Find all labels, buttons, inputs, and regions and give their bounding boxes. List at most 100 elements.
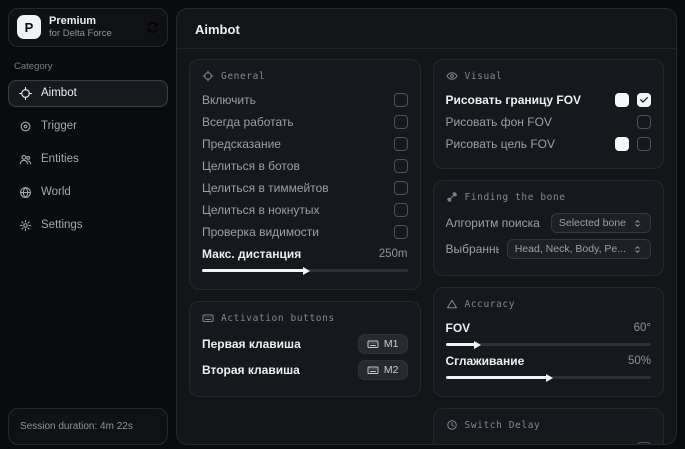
panel-title: Finding the bone	[465, 192, 566, 203]
sidebar-item-trigger[interactable]: Trigger	[8, 113, 168, 140]
category-label: Category	[14, 61, 162, 72]
row-controls	[637, 115, 651, 129]
row-controls	[637, 442, 651, 444]
keybind-button[interactable]: M1	[358, 334, 408, 354]
keyboard-icon	[367, 364, 379, 376]
setting-label: Целиться в тиммейтов	[202, 181, 386, 195]
triangle-icon	[446, 298, 458, 310]
setting-value: 50%	[628, 355, 651, 367]
panel-title: Activation buttons	[221, 313, 335, 324]
sidebar-item-label: Trigger	[41, 120, 77, 132]
users-icon	[19, 153, 32, 166]
gear-icon	[19, 219, 32, 232]
panel-header: Accuracy	[446, 298, 652, 310]
select[interactable]: Selected bone	[551, 213, 651, 233]
setting-label: Проверка видимости	[202, 225, 386, 239]
setting-label: Рисовать цель FOV	[446, 137, 608, 151]
refresh-icon[interactable]	[146, 21, 159, 34]
setting-label: Алгоритм поиска кост	[446, 216, 543, 230]
slider[interactable]	[446, 376, 652, 379]
setting-row: Рисовать фон FOV	[446, 114, 652, 130]
setting-row: Проверка видимости	[202, 224, 408, 240]
keybind-value: M2	[384, 364, 399, 376]
checkbox[interactable]	[637, 442, 651, 444]
panel-activation-buttons: Activation buttons Первая клавиша M1 Вторая…	[189, 301, 421, 397]
setting-row: Выбранные косHead, Neck, Body, Pe...	[446, 239, 652, 259]
updown-icon	[632, 244, 643, 255]
panel-column: General Включить Всегда работать Предсказан…	[189, 59, 421, 434]
checkbox[interactable]	[637, 93, 651, 107]
setting-label: Макс. дистанция	[202, 247, 371, 261]
slider[interactable]	[202, 269, 408, 272]
checkbox[interactable]	[394, 137, 408, 151]
app-window: P Premium for Delta Force Category Aimbo…	[0, 0, 685, 449]
setting-value: 60°	[634, 322, 651, 334]
row-controls	[394, 115, 408, 129]
sidebar-item-entities[interactable]: Entities	[8, 146, 168, 173]
setting-label: Предсказание	[202, 137, 386, 151]
checkbox[interactable]	[394, 203, 408, 217]
setting-row: Предсказание	[202, 136, 408, 152]
license-title: Premium	[49, 15, 112, 28]
panel-general: General Включить Всегда работать Предсказан…	[189, 59, 421, 290]
keybind-button[interactable]: M2	[358, 360, 408, 380]
setting-row: Всегда работать	[202, 114, 408, 130]
panel-finding-the-bone: Finding the bone Алгоритм поиска кост Sele…	[433, 180, 665, 276]
setting-label: Целиться в ботов	[202, 159, 386, 173]
color-swatch[interactable]	[615, 137, 629, 151]
row-controls	[394, 93, 408, 107]
setting-value: 250m	[379, 248, 408, 260]
setting-label: Включить	[202, 93, 386, 107]
slider-thumb[interactable]	[474, 341, 481, 349]
row-controls	[394, 203, 408, 217]
select[interactable]: Head, Neck, Body, Pe...	[507, 239, 651, 259]
setting-row: Целиться в ботов	[202, 158, 408, 174]
checkbox[interactable]	[394, 159, 408, 173]
sidebar-item-label: Aimbot	[41, 87, 77, 99]
panel-title: Accuracy	[465, 299, 516, 310]
setting-row: Целиться в нокнутых	[202, 202, 408, 218]
panel-header: Finding the bone	[446, 191, 652, 203]
setting-label: Рисовать границу FOV	[446, 93, 608, 107]
session-duration: Session duration: 4m 22s	[8, 408, 168, 445]
sidebar-item-label: World	[41, 186, 71, 198]
panel-header: Activation buttons	[202, 312, 408, 324]
sidebar-item-aimbot[interactable]: Aimbot	[8, 80, 168, 107]
setting-label: Первая клавиша	[202, 337, 350, 351]
keyboard-icon	[202, 312, 214, 324]
panel-header: General	[202, 70, 408, 82]
checkbox[interactable]	[394, 93, 408, 107]
setting-row: Рисовать границу FOV	[446, 92, 652, 108]
setting-row: Вторая клавишаM2	[202, 360, 408, 380]
eye-icon	[446, 70, 458, 82]
setting-row: Первая клавиша M1	[202, 334, 408, 354]
license-card: P Premium for Delta Force	[8, 8, 168, 47]
checkbox[interactable]	[637, 137, 651, 151]
slider[interactable]	[446, 343, 652, 346]
setting-label: FOV	[446, 321, 626, 335]
row-controls: Head, Neck, Body, Pe...	[507, 239, 651, 259]
panel-title: General	[221, 71, 265, 82]
checkbox[interactable]	[394, 115, 408, 129]
row-controls	[615, 137, 651, 151]
panel-title: Switch Delay	[465, 420, 541, 431]
color-swatch[interactable]	[615, 93, 629, 107]
slider-thumb[interactable]	[303, 267, 310, 275]
setting-row: Макс. дистанция 250m	[202, 246, 408, 262]
sidebar-item-world[interactable]: World	[8, 179, 168, 206]
setting-label: Целиться в нокнутых	[202, 203, 386, 217]
setting-label: Всегда работать	[202, 115, 386, 129]
slider-thumb[interactable]	[546, 374, 553, 382]
sidebar-item-settings[interactable]: Settings	[8, 212, 168, 239]
panel-header: Switch Delay	[446, 419, 652, 431]
slider-fill	[202, 269, 305, 272]
setting-row: FOV 60°	[446, 320, 652, 336]
checkbox[interactable]	[394, 181, 408, 195]
bone-icon	[446, 191, 458, 203]
checkbox[interactable]	[637, 115, 651, 129]
sidebar-item-label: Entities	[41, 153, 79, 165]
panel-header: Visual	[446, 70, 652, 82]
sidebar: P Premium for Delta Force Category Aimbo…	[8, 8, 168, 445]
setting-label: Задержка переключения	[446, 442, 630, 444]
checkbox[interactable]	[394, 225, 408, 239]
